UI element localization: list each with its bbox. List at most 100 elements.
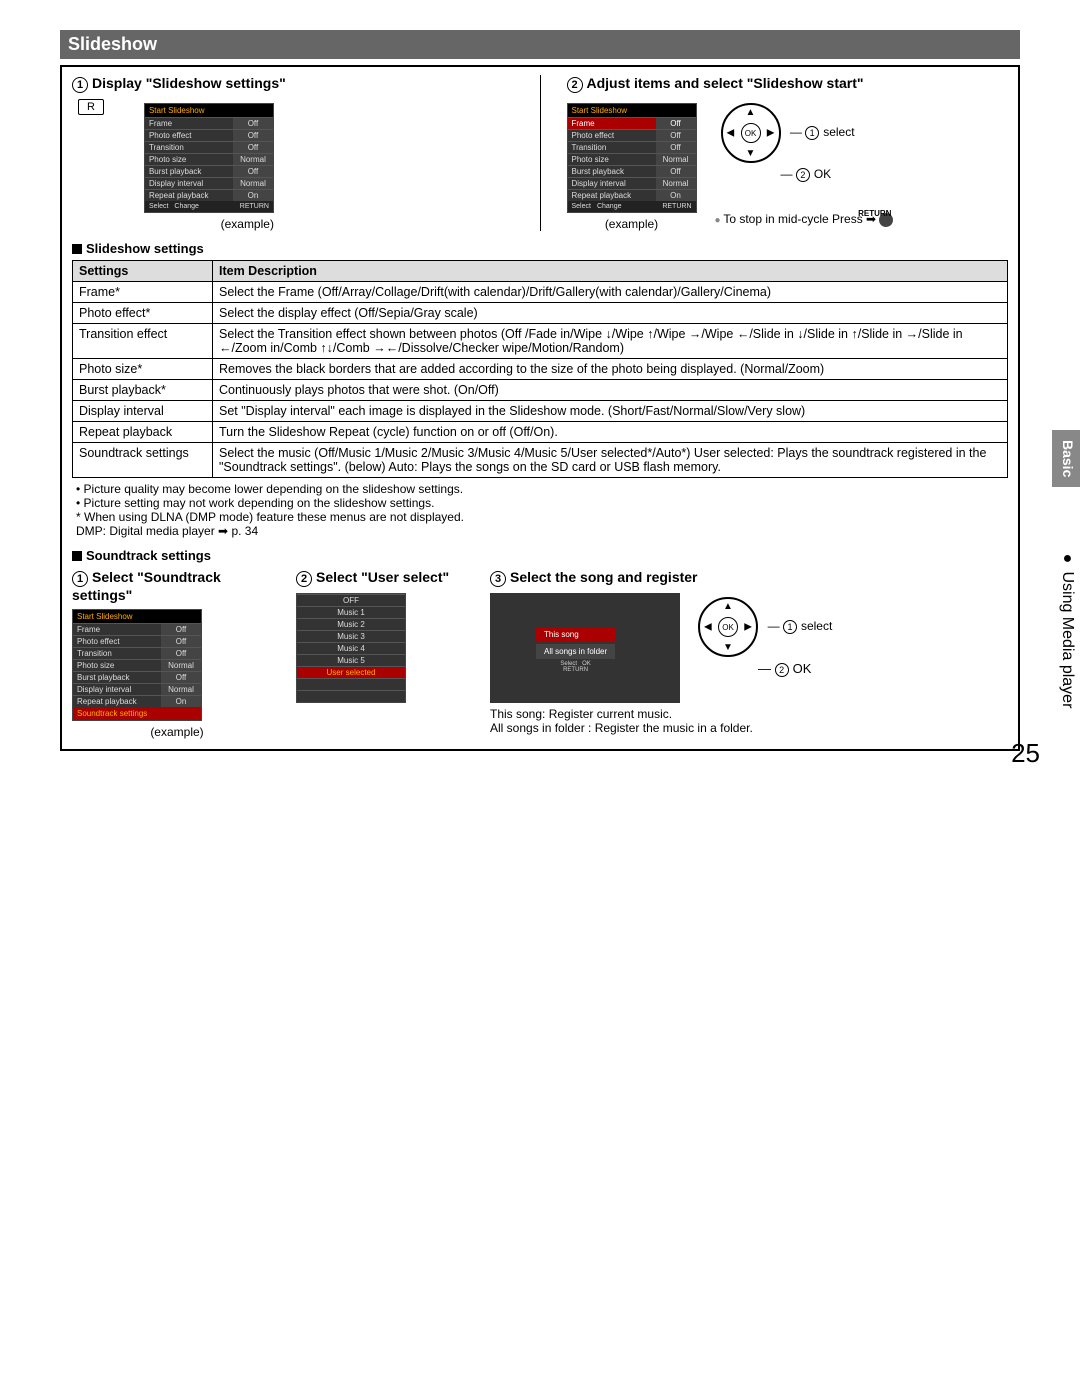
s1-highlight-row: Soundtrack settings [73,707,201,720]
soundtrack-step1: 1Select "Soundtrack settings" Start Slid… [72,569,282,739]
table-row-desc: Set "Display interval" each image is dis… [213,401,1008,422]
step2-number: 2 [567,77,583,93]
menu-row-value: Normal [233,154,273,165]
table-row-desc: Select the music (Off/Music 1/Music 2/Mu… [213,443,1008,478]
menu-row-value: Off [233,118,273,129]
s1-num: 1 [72,571,88,587]
menu-row-value: Off [161,624,201,635]
menu-row-label: Display interval [145,178,233,189]
menu-row-value: Normal [161,660,201,671]
menu-row-label: Burst playback [145,166,233,177]
list-item: OFF [297,595,405,606]
table-row-setting: Soundtrack settings [73,443,213,478]
table-row-setting: Transition effect [73,324,213,359]
step2-title: 2Adjust items and select "Slideshow star… [567,75,1009,93]
step2-column: 2Adjust items and select "Slideshow star… [567,75,1009,231]
menu-row-value: Normal [656,178,696,189]
select-label: select [823,125,854,139]
menu-row-value: Off [656,166,696,177]
menu-row-label: Photo size [145,154,233,165]
s3-desc2: All songs in folder : Register the music… [490,721,1008,735]
menu-row-value: Off [656,118,696,129]
menu-row-value: On [233,190,273,201]
menu-row-value: Off [161,648,201,659]
menu-row-label: Display interval [73,684,161,695]
select-label: select [801,619,832,633]
step2-menu: Start Slideshow FrameOff Photo effectOff… [567,103,697,213]
menu-row-label: Transition [568,142,656,153]
ok-label: OK [814,167,831,181]
list-item: Music 1 [297,607,405,618]
menu-row-value: Off [161,672,201,683]
list-item: Music 5 [297,655,405,666]
menu-row-label: Frame [568,118,656,129]
footer-return: RETURN [662,203,691,210]
remote-r-key: R [78,99,104,115]
side-text-using-media: ● Using Media player [1058,550,1076,708]
content-box: 1Display "Slideshow settings" R Start Sl… [60,65,1020,751]
dpad-icon: ▲▼◀▶ OK [721,103,781,163]
settings-table: SettingsItem Description Frame*Select th… [72,260,1008,478]
step1-example: (example) [144,217,274,231]
ok-button-icon: OK [718,617,738,637]
table-row-setting: Frame* [73,282,213,303]
popup-this-song: This song [536,627,615,642]
note-item: DMP: Digital media player ➡ p. 34 [76,524,1008,538]
note-item: • Picture setting may not work depending… [76,496,1008,510]
menu-row-label: Repeat playback [145,190,233,201]
menu-row-label: Burst playback [73,672,161,683]
section-header: Slideshow [60,30,1020,59]
table-row-desc: Turn the Slideshow Repeat (cycle) functi… [213,422,1008,443]
table-row-desc: Removes the black borders that are added… [213,359,1008,380]
menu-row-value: Normal [161,684,201,695]
list-item: Music 3 [297,631,405,642]
menu-row-label: Photo effect [568,130,656,141]
s3-title: Select the song and register [510,569,698,585]
table-row-setting: Display interval [73,401,213,422]
s3-desc1: This song: Register current music. [490,707,1008,721]
step1-number: 1 [72,77,88,93]
footer-select: Select [149,203,168,210]
footer-change: Change [597,203,622,210]
menu-row-value: Off [233,142,273,153]
s3-folder-screen: This song All songs in folder Select OK … [490,593,680,703]
step2-example: (example) [567,217,697,231]
table-row-desc: Select the display effect (Off/Sepia/Gra… [213,303,1008,324]
stop-text: To stop in mid-cycle Press [723,212,862,226]
step1-title: 1Display "Slideshow settings" [72,75,514,93]
page-number: 25 [1011,738,1040,769]
footer-return: RETURN [240,203,269,210]
dpad-icon: ▲▼◀▶ OK [698,597,758,657]
menu-row-value: Normal [233,178,273,189]
menu-row-label: Display interval [568,178,656,189]
menu-row-value: On [656,190,696,201]
menu-row-value: Off [233,130,273,141]
s1-menu: Start Slideshow FrameOff Photo effectOff… [72,609,202,721]
side-tab-basic: Basic [1052,430,1080,487]
s2-menu: OFF Music 1 Music 2 Music 3 Music 4 Musi… [296,593,406,703]
s3-num: 3 [490,571,506,587]
menu-row-value: Off [161,636,201,647]
menu-row-label: Photo effect [73,636,161,647]
menu-row-value: On [161,696,201,707]
th-settings: Settings [73,261,213,282]
step1-text: Display "Slideshow settings" [92,75,286,91]
soundtrack-step2: 2Select "User select" OFF Music 1 Music … [296,569,476,739]
menu-row-label: Repeat playback [568,190,656,201]
menu-row-label: Photo effect [145,130,233,141]
menu-row-label: Frame [73,624,161,635]
menu-row-label: Frame [145,118,233,129]
table-row-desc: Continuously plays photos that were shot… [213,380,1008,401]
note-item: • Picture quality may become lower depen… [76,482,1008,496]
ok-label: OK [793,661,812,676]
table-row-desc: Select the Frame (Off/Array/Collage/Drif… [213,282,1008,303]
menu-row-label: Photo size [73,660,161,671]
step1-menu-header: Start Slideshow [145,104,273,117]
table-row-setting: Repeat playback [73,422,213,443]
table-row-desc: Select the Transition effect shown betwe… [213,324,1008,359]
menu-row-value: Off [656,130,696,141]
list-item: Music 2 [297,619,405,630]
table-row-setting: Photo size* [73,359,213,380]
menu-row-label: Transition [73,648,161,659]
menu-row-value: Off [233,166,273,177]
